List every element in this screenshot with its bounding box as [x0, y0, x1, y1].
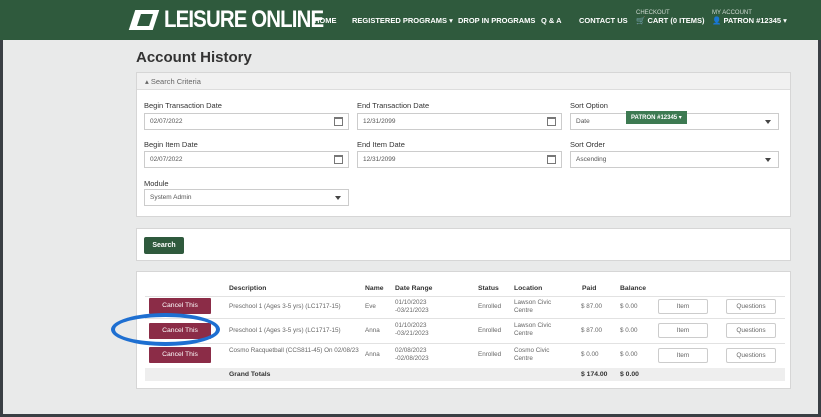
row-location: Cosmo Civic Centre [514, 347, 550, 362]
row-status: Enrolled [478, 327, 502, 334]
divider [145, 296, 785, 297]
search-button-panel: Search [136, 228, 791, 261]
results-panel: Description Name Date Range Status Locat… [136, 271, 791, 389]
search-criteria-header[interactable]: ▴ Search Criteria [137, 73, 790, 90]
patron-pill[interactable]: PATRON #12345 ▾ [626, 111, 687, 124]
row-paid: $ 0.00 [581, 351, 599, 358]
row-date-range: 01/10/2023 -03/21/2023 [395, 322, 429, 337]
begin-item-field[interactable]: 02/07/2022 [144, 151, 349, 168]
search-criteria-panel: ▴ Search Criteria Begin Transaction Date… [136, 72, 791, 217]
questions-button[interactable]: Questions [726, 323, 776, 338]
cancel-button[interactable]: Cancel This [149, 298, 211, 314]
col-balance: Balance [620, 285, 647, 292]
row-name: Eve [365, 303, 376, 310]
divider [145, 343, 785, 344]
row-balance: $ 0.00 [620, 351, 638, 358]
account-menu[interactable]: MY ACCOUNT 👤 PATRON #12345 ▾ [712, 10, 787, 25]
col-status: Status [478, 285, 499, 292]
chevron-down-icon [335, 196, 341, 200]
row-name: Anna [365, 351, 380, 358]
highlight-ellipse [111, 313, 220, 346]
calendar-icon[interactable] [547, 155, 556, 164]
row-paid: $ 87.00 [581, 327, 603, 334]
end-item-field[interactable]: 12/31/2099 [357, 151, 562, 168]
item-button[interactable]: Item [658, 299, 708, 314]
begin-item-label: Begin Item Date [144, 140, 198, 149]
module-label: Module [144, 179, 169, 188]
divider [145, 318, 785, 319]
grand-totals-label: Grand Totals [229, 371, 271, 378]
row-status: Enrolled [478, 351, 502, 358]
row-description: Cosmo Racquetball (CCS811-45) On 02/08/2… [229, 347, 359, 354]
page-title: Account History [136, 49, 252, 66]
row-paid: $ 87.00 [581, 303, 603, 310]
nav-home[interactable]: HOME [314, 0, 337, 40]
patron-label: PATRON #12345 ▾ [723, 16, 787, 25]
grand-totals-balance: $ 0.00 [620, 371, 639, 378]
col-date-range: Date Range [395, 285, 433, 292]
search-criteria-title: Search Criteria [150, 77, 201, 86]
item-button[interactable]: Item [658, 323, 708, 338]
nav-registered-programs[interactable]: REGISTERED PROGRAMS ▾ [352, 0, 453, 40]
questions-button[interactable]: Questions [726, 299, 776, 314]
begin-transaction-value: 02/07/2022 [150, 118, 183, 125]
sort-option-label: Sort Option [570, 101, 608, 110]
end-transaction-value: 12/31/2099 [363, 118, 396, 125]
begin-item-value: 02/07/2022 [150, 156, 183, 163]
module-value: System Admin [150, 194, 192, 201]
col-paid: Paid [582, 285, 597, 292]
chevron-down-icon [765, 120, 771, 124]
cart-icon: 🛒 [636, 16, 648, 25]
end-item-value: 12/31/2099 [363, 156, 396, 163]
item-button[interactable]: Item [658, 348, 708, 363]
user-icon: 👤 [712, 16, 724, 25]
grand-totals-paid: $ 174.00 [581, 371, 608, 378]
calendar-icon[interactable] [334, 117, 343, 126]
cancel-button[interactable]: Cancel This [149, 347, 211, 363]
sort-order-label: Sort Order [570, 140, 606, 149]
end-item-label: End Item Date [357, 140, 405, 149]
nav-qa[interactable]: Q & A [541, 0, 562, 40]
calendar-icon[interactable] [547, 117, 556, 126]
row-date-range: 01/10/2023 -03/21/2023 [395, 299, 429, 314]
end-transaction-label: End Transaction Date [357, 101, 430, 110]
row-balance: $ 0.00 [620, 327, 638, 334]
begin-transaction-field[interactable]: 02/07/2022 [144, 113, 349, 130]
cart-label: CART (0 ITEMS) [647, 16, 705, 25]
sort-order-value: Ascending [576, 156, 607, 163]
begin-transaction-label: Begin Transaction Date [144, 101, 222, 110]
row-name: Anna [365, 327, 380, 334]
top-navbar: LEISURE ONLINE HOME REGISTERED PROGRAMS … [0, 0, 821, 40]
row-description: Preschool 1 (Ages 3-5 yrs) (LC1717-15) [229, 303, 341, 310]
row-date-range: 02/08/2023 -02/08/2023 [395, 347, 429, 362]
col-description: Description [229, 285, 267, 292]
end-transaction-field[interactable]: 12/31/2099 [357, 113, 562, 130]
row-status: Enrolled [478, 303, 502, 310]
row-description: Preschool 1 (Ages 3-5 yrs) (LC1717-15) [229, 327, 341, 334]
questions-button[interactable]: Questions [726, 348, 776, 363]
row-location: Lawson Civic Centre [514, 299, 552, 314]
logo-text: LEISURE ONLINE [164, 6, 324, 33]
nav-contact-us[interactable]: CONTACT US [579, 0, 628, 40]
col-name: Name [365, 285, 384, 292]
cart-link[interactable]: CHECKOUT 🛒 CART (0 ITEMS) [636, 10, 705, 25]
chevron-down-icon [765, 158, 771, 162]
logo-mark-icon [132, 8, 160, 32]
module-select[interactable]: System Admin [144, 189, 349, 206]
row-balance: $ 0.00 [620, 303, 638, 310]
sort-option-value: Date [576, 118, 590, 125]
search-button[interactable]: Search [144, 237, 184, 254]
nav-drop-in-programs[interactable]: DROP IN PROGRAMS [458, 0, 535, 40]
col-location: Location [514, 285, 543, 292]
sort-order-select[interactable]: Ascending [570, 151, 779, 168]
row-location: Lawson Civic Centre [514, 322, 552, 337]
calendar-icon[interactable] [334, 155, 343, 164]
